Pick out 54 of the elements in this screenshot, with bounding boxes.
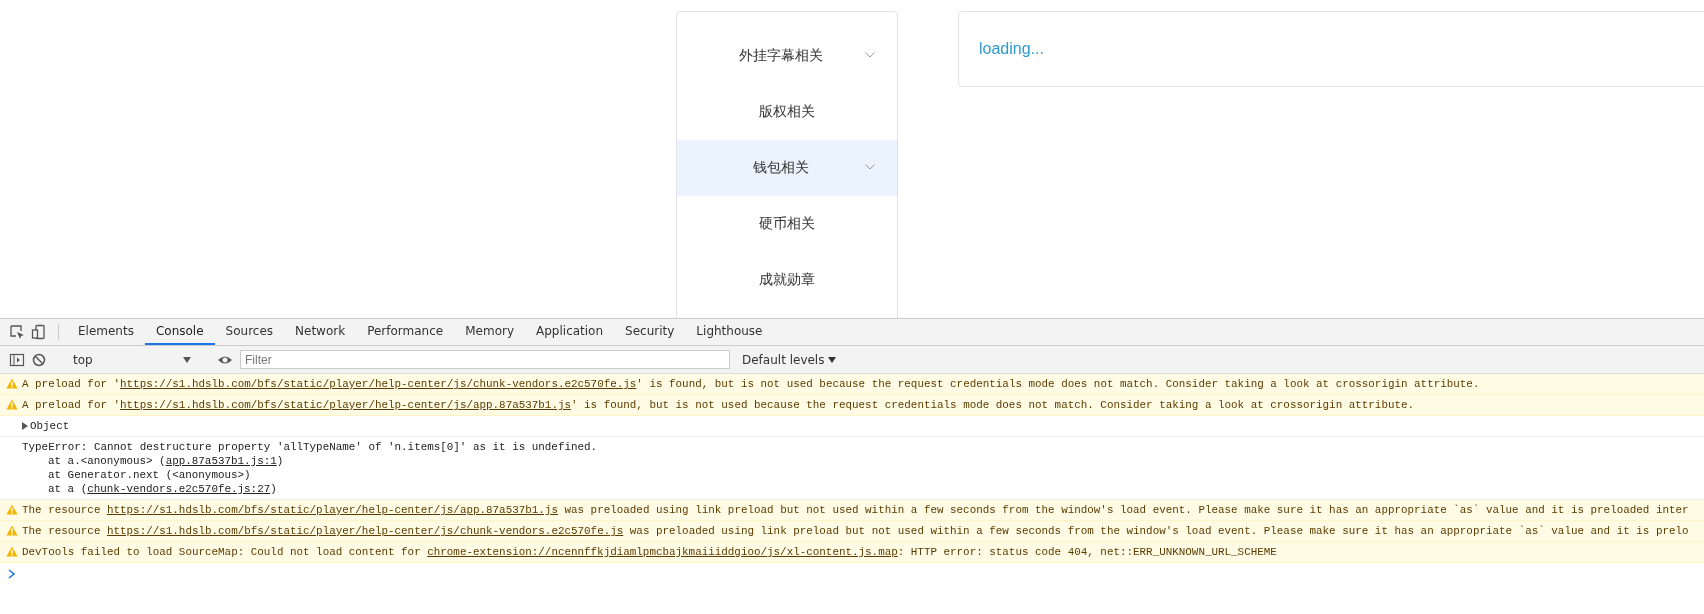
filter-field[interactable]: Filter [240, 350, 730, 369]
loading-text: loading... [979, 40, 1044, 58]
source-link[interactable]: https://s1.hdslb.com/bfs/static/player/help-center/js/chunk-vendors.e2c570fe.js [106, 524, 624, 538]
prompt-chevron-icon[interactable] [8, 569, 16, 579]
warning-icon [6, 378, 18, 389]
source-link[interactable]: https://s1.hdslb.com/bfs/static/player/help-center/js/app.87a537b1.js [106, 503, 558, 517]
source-link[interactable]: chunk-vendors.e2c570fe.js:27 [87, 483, 271, 495]
levels-dropdown[interactable]: Default levels [738, 349, 841, 370]
expand-triangle-icon[interactable] [22, 422, 28, 430]
devtools-tab[interactable]: Memory [454, 319, 525, 345]
message-text: was preloaded using link preload but not used within a few seconds from the window's load event. Please make sure it has an appropriate `as` value and it is prelo [628, 524, 1689, 538]
device-icon[interactable] [31, 324, 47, 340]
message-text: TypeError: Cannot destructure property 'allTypeName' of 'n.items[0]' as it is undefined. [22, 441, 598, 453]
message-text: at a.<anonymous> ( [48, 455, 166, 467]
menu-item[interactable]: 外挂字幕相关 [677, 28, 897, 84]
message-text: at Generator.next (<anonymous>) [48, 469, 251, 481]
inspect-icon[interactable] [9, 324, 25, 340]
message-text: at a ( [48, 483, 88, 495]
message-text: A preload for ' [22, 398, 121, 412]
message-text: : HTTP error: status code 404, net::ERR_UNKNOWN_URL_SCHEME [897, 545, 1277, 559]
warning-icon [6, 525, 18, 536]
caret-icon [828, 356, 837, 363]
warning-icon [6, 504, 18, 515]
clear-icon[interactable] [31, 351, 47, 368]
warning-icon [6, 399, 18, 410]
devtools-tab[interactable]: Performance [356, 319, 455, 345]
message-text: Object [30, 419, 70, 433]
message-text: ' is found, but is not used because the request credentials mode does not match. Consider taking a look at crossorigin attribute. [636, 377, 1480, 391]
menu-item[interactable]: 版权相关 [677, 84, 897, 140]
message-text: DevTools failed to load SourceMap: Could not load content for [22, 545, 422, 559]
devtools-tab[interactable]: Elements [67, 319, 145, 345]
source-link[interactable]: chrome-extension://ncennffkjdiamlpmcbajkmaiiiddgioo/js/xl-content.js.map [427, 545, 898, 559]
devtools-tab[interactable]: Application [525, 319, 615, 345]
menu-item[interactable]: 钱包相关 [677, 140, 897, 196]
source-link[interactable]: https://s1.hdslb.com/bfs/static/player/help-center/js/chunk-vendors.e2c570fe.js [120, 377, 637, 391]
message-text: ) [276, 455, 284, 467]
devtools-tab[interactable]: Sources [214, 319, 285, 345]
sidebar-toggle-icon[interactable] [9, 351, 25, 368]
context-select[interactable]: top [67, 349, 197, 370]
message-text: ) [270, 483, 277, 495]
source-link[interactable]: app.87a537b1.js:1 [165, 455, 277, 467]
warning-icon [6, 546, 18, 557]
devtools-tab[interactable]: Lighthouse [685, 319, 774, 345]
devtools-tab[interactable]: Network [284, 319, 357, 345]
caret-icon [183, 356, 191, 363]
menu-item[interactable]: 硬币相关 [677, 196, 897, 252]
message-text: ' is found, but is not used because the request credentials mode does not match. Consider taking a look at crossorigin attribute. [571, 398, 1415, 412]
message-text: A preload for ' [22, 377, 121, 391]
message-text: was preloaded using link preload but not used within a few seconds from the window's load event. Please make sure it has an appropriate `as` value and it is preloaded inter [563, 503, 1689, 517]
message-text: The resource [22, 503, 102, 517]
devtools-tab[interactable]: Security [614, 319, 686, 345]
message-text: The resource [22, 524, 102, 538]
menu-item[interactable]: 成就勋章 [677, 252, 897, 308]
source-link[interactable]: https://s1.hdslb.com/bfs/static/player/help-center/js/app.87a537b1.js [120, 398, 571, 412]
